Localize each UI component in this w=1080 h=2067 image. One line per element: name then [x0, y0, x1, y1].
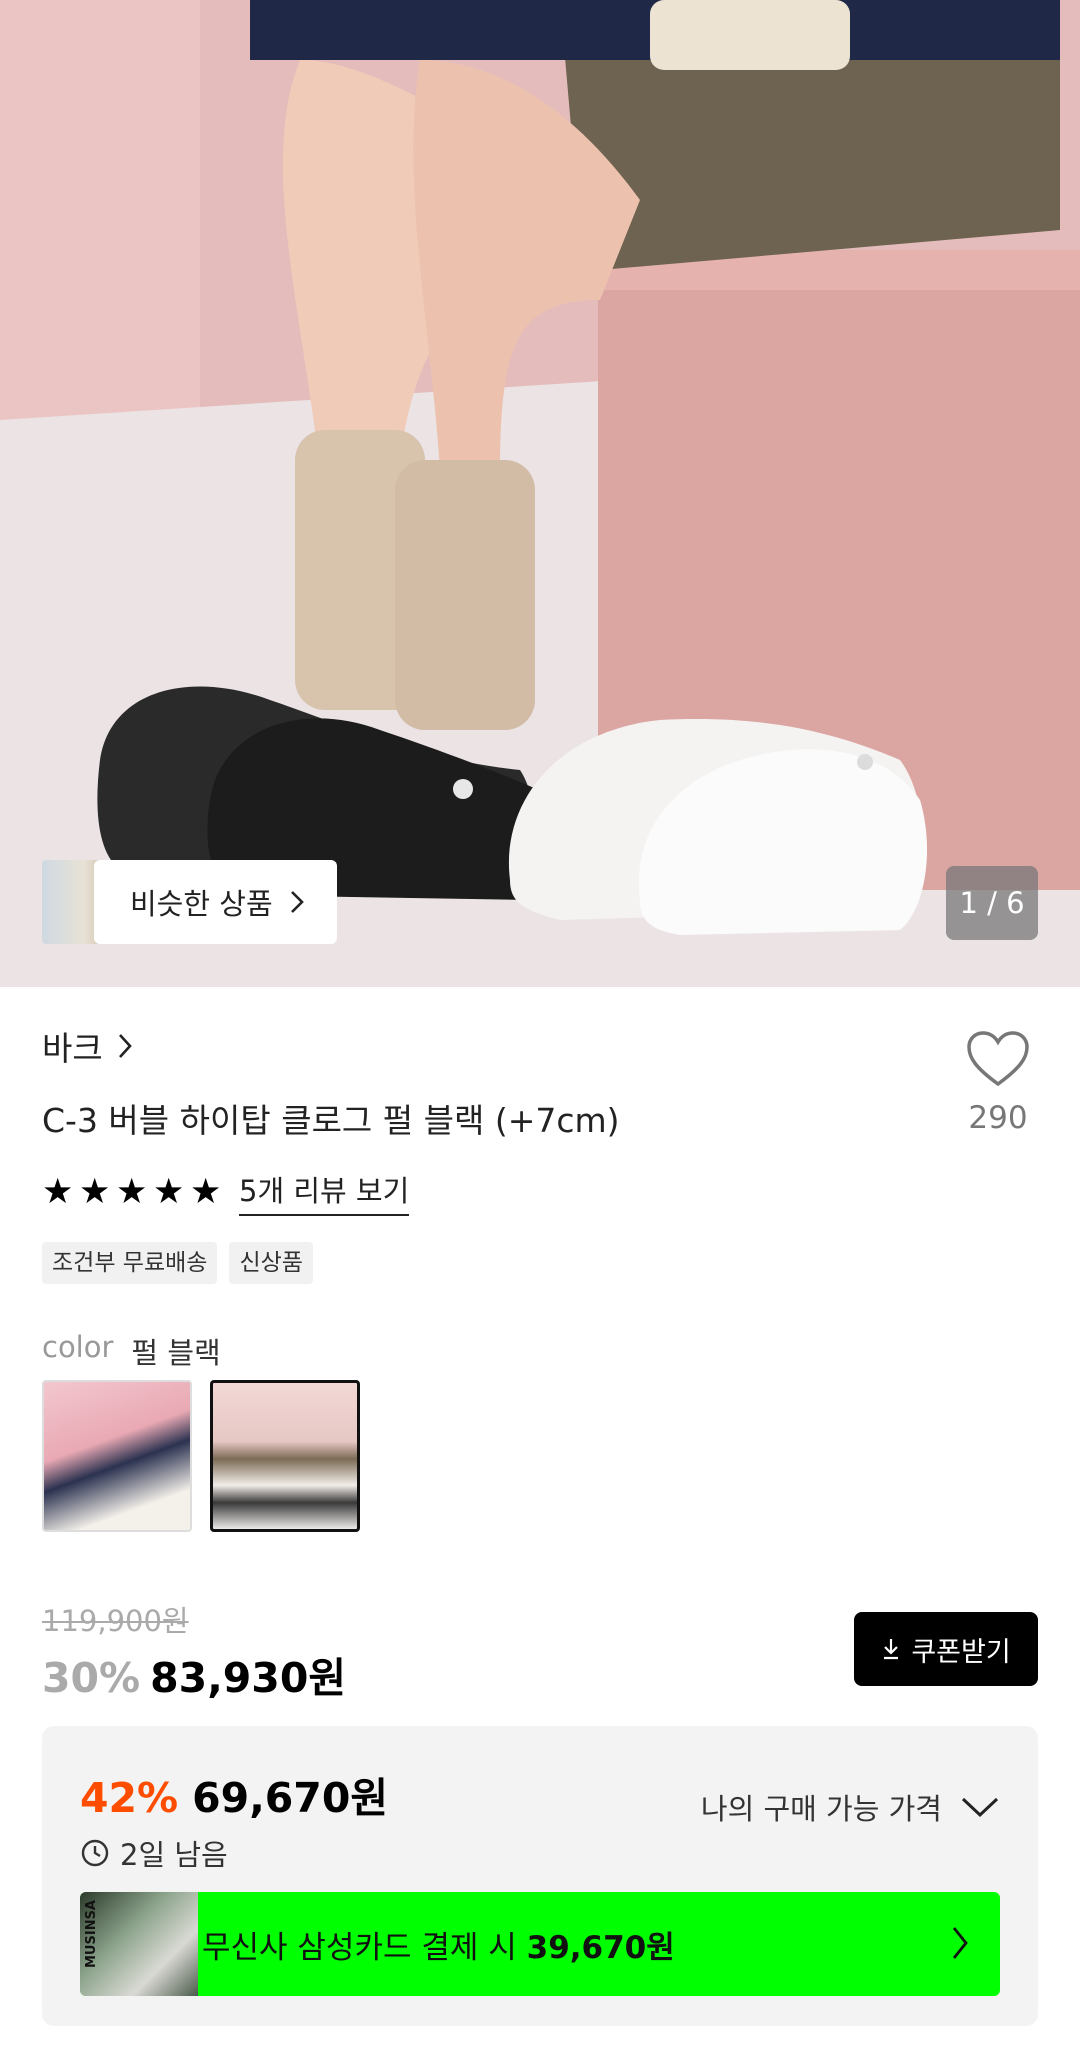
similar-products-button[interactable]: 비슷한 상품 — [42, 860, 337, 944]
sale-price: 83,930원 — [150, 1654, 347, 1702]
original-price: 119,900원 — [42, 1604, 189, 1638]
time-left: 2일 남음 — [80, 1832, 228, 1874]
tag-free-shipping: 조건부 무료배송 — [42, 1242, 218, 1284]
brand-name: 바크 — [42, 1029, 103, 1068]
download-icon — [884, 1639, 899, 1660]
time-left-text: 2일 남음 — [120, 1838, 228, 1872]
star-icon: ★ — [153, 1172, 185, 1212]
color-label: color — [42, 1330, 114, 1364]
best-discount-rate: 42% — [80, 1774, 179, 1822]
product-photo — [0, 0, 1080, 987]
my-price-label: 나의 구매 가능 가격 — [700, 1792, 942, 1826]
review-link[interactable]: 5개 리뷰 보기 — [239, 1168, 410, 1216]
card-promo-price: 39,670원 — [526, 1929, 675, 1966]
color-value: 펄 블랙 — [131, 1336, 221, 1370]
star-icon: ★ — [190, 1172, 222, 1212]
clock-icon — [81, 1839, 109, 1867]
chevron-right-icon — [952, 1927, 968, 1959]
card-promotion-banner[interactable]: MUSINSA 무신사 삼성카드 결제 시 39,670원 — [80, 1892, 1000, 1996]
like-count: 290 — [968, 1100, 1028, 1136]
image-counter: 1 / 6 — [946, 866, 1038, 940]
chevron-right-icon — [290, 891, 304, 913]
color-option-row: color 펄 블랙 — [42, 1330, 221, 1372]
my-price-toggle[interactable]: 나의 구매 가능 가격 — [701, 1786, 1000, 1828]
heart-icon — [967, 1031, 1029, 1087]
brand-link[interactable]: 바크 — [42, 1022, 133, 1070]
card-logo-text: MUSINSA — [84, 1900, 99, 1968]
color-swatches — [42, 1380, 360, 1532]
like-button[interactable]: 290 — [958, 1030, 1038, 1136]
star-icon: ★ — [116, 1172, 148, 1212]
chevron-down-icon — [961, 1797, 999, 1818]
rating-row: ★ ★ ★ ★ ★ 5개 리뷰 보기 — [42, 1168, 410, 1216]
best-price-row: 42% 69,670원 — [80, 1764, 388, 1824]
star-icon: ★ — [42, 1172, 74, 1212]
coupon-button-label: 쿠폰받기 — [911, 1636, 1011, 1668]
similar-products-label: 비슷한 상품 — [130, 887, 273, 921]
coupon-download-button[interactable]: 쿠폰받기 — [854, 1612, 1038, 1686]
product-title: C-3 버블 하이탑 클로그 펄 블랙 (+7cm) — [42, 1101, 620, 1140]
card-promo-text: 무신사 삼성카드 결제 시 — [202, 1929, 527, 1966]
tag-new: 신상품 — [229, 1242, 313, 1284]
color-swatch-1[interactable] — [42, 1380, 192, 1532]
chevron-right-icon — [118, 1034, 132, 1058]
musinsa-card-image: MUSINSA — [80, 1892, 198, 1996]
discount-rate: 30% — [42, 1654, 141, 1702]
color-swatch-2-selected[interactable] — [210, 1380, 360, 1532]
benefit-panel: 42% 69,670원 2일 남음 나의 구매 가능 가격 MUSINSA 무신… — [42, 1726, 1038, 2026]
product-tags: 조건부 무료배송 신상품 — [42, 1242, 313, 1284]
best-price: 69,670원 — [192, 1774, 389, 1822]
star-icon: ★ — [79, 1172, 111, 1212]
product-hero-image[interactable]: 비슷한 상품 1 / 6 — [0, 0, 1080, 987]
sale-price-row: 30% 83,930원 — [42, 1644, 346, 1704]
